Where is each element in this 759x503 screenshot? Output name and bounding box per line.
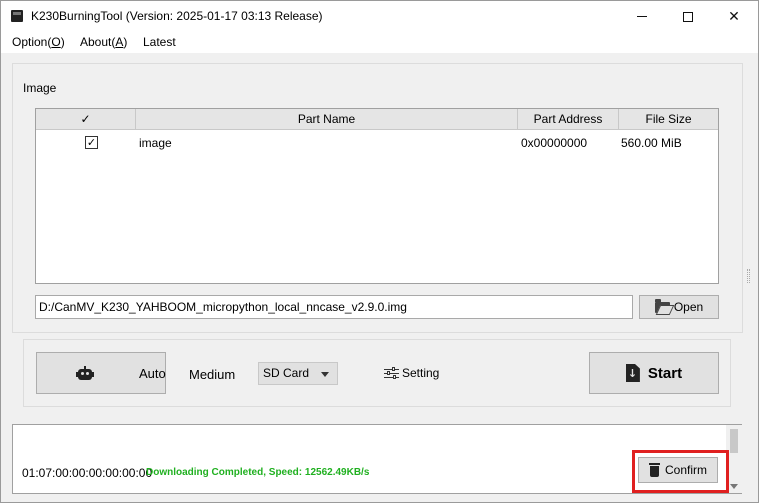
column-part-address[interactable]: Part Address: [518, 109, 619, 130]
close-icon: ✕: [728, 8, 740, 25]
confirm-button-label: Confirm: [664, 463, 707, 477]
log-panel: 01:07:00:00:00:00:00:00 Downloading Comp…: [12, 424, 742, 494]
medium-label: Medium: [189, 367, 236, 382]
menu-about[interactable]: About(A): [80, 35, 127, 49]
part-address-cell: 0x00000000: [521, 136, 588, 150]
image-group: Image ✓ Part Name Part Address File Size…: [12, 63, 743, 333]
title-bar: K230BurningTool (Version: 2025-01-17 03:…: [1, 1, 758, 32]
auto-button[interactable]: Auto: [36, 352, 166, 394]
auto-button-label: Auto: [139, 366, 166, 381]
sliders-icon: [384, 366, 399, 380]
log-status-text: Downloading Completed, Speed: 12562.49KB…: [146, 467, 370, 478]
minimize-icon: [637, 16, 647, 17]
minimize-button[interactable]: [619, 1, 665, 32]
maximize-button[interactable]: [665, 1, 711, 32]
open-button[interactable]: Open: [639, 295, 719, 319]
window-title: K230BurningTool (Version: 2025-01-17 03:…: [31, 9, 323, 23]
file-size-cell: 560.00 MiB: [621, 136, 682, 150]
setting-button[interactable]: Setting: [384, 364, 439, 382]
menu-bar: Option(O) About(A) Latest: [1, 32, 758, 53]
scroll-thumb[interactable]: [730, 429, 738, 453]
start-button[interactable]: Start: [589, 352, 719, 394]
log-timestamp: 01:07:00:00:00:00:00:00: [22, 466, 153, 480]
table-header: ✓ Part Name Part Address File Size: [36, 109, 718, 130]
trash-icon: [648, 463, 660, 477]
app-icon: [11, 10, 23, 22]
setting-button-label: Setting: [402, 366, 440, 380]
part-name-cell: image: [139, 136, 172, 150]
log-scrollbar[interactable]: [726, 425, 742, 493]
chevron-down-icon: [321, 372, 329, 377]
start-button-label: Start: [647, 364, 683, 382]
control-group: Auto Medium SD Card Setting Start: [23, 339, 731, 407]
table-row[interactable]: ✓ image 0x00000000 560.00 MiB: [36, 132, 718, 154]
partition-table: ✓ Part Name Part Address File Size ✓ ima…: [35, 108, 719, 284]
column-part-name[interactable]: Part Name: [136, 109, 518, 130]
file-download-icon: [625, 364, 640, 382]
menu-latest[interactable]: Latest: [143, 35, 176, 49]
folder-open-icon: [654, 298, 670, 313]
scroll-down-icon[interactable]: [730, 484, 738, 489]
header-select-all[interactable]: ✓: [36, 109, 136, 130]
row-checkbox[interactable]: ✓: [85, 136, 98, 149]
menu-option[interactable]: Option(O): [12, 35, 65, 49]
check-icon: ✓: [80, 112, 91, 126]
app-window: K230BurningTool (Version: 2025-01-17 03:…: [0, 0, 759, 503]
medium-select[interactable]: SD Card: [258, 362, 338, 385]
column-file-size[interactable]: File Size: [619, 109, 718, 130]
resize-grip[interactable]: [747, 269, 750, 283]
image-path-input[interactable]: D:/CanMV_K230_YAHBOOM_micropython_local_…: [35, 295, 633, 319]
robot-icon: [76, 366, 94, 382]
medium-select-value: SD Card: [263, 366, 310, 380]
maximize-icon: [683, 11, 693, 22]
confirm-button[interactable]: Confirm: [638, 457, 718, 483]
image-group-label: Image: [23, 81, 57, 95]
close-button[interactable]: ✕: [711, 1, 757, 32]
open-button-label: Open: [673, 300, 704, 314]
